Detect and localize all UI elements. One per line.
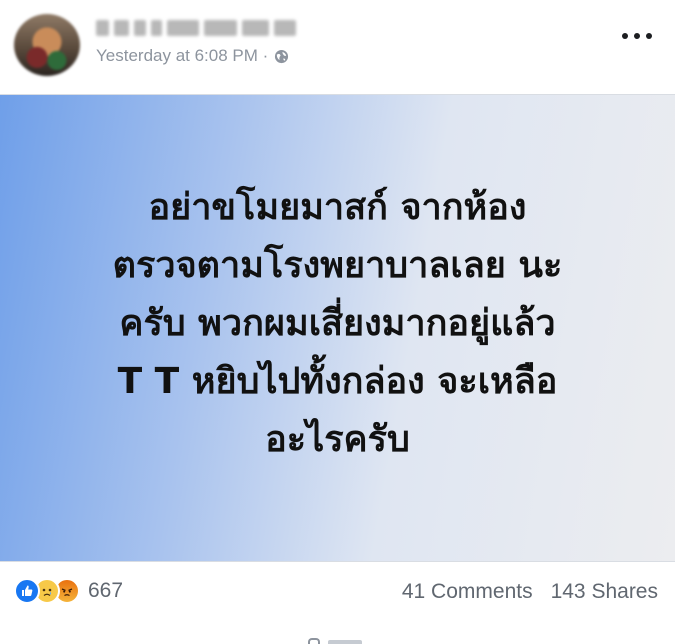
post-text-card: อย่าขโมยมาสก์ จากห้อง ตรวจตามโรงพยาบาลเล…: [0, 94, 675, 562]
reactions-summary[interactable]: 667: [14, 578, 123, 604]
comments-count[interactable]: 41 Comments: [402, 580, 533, 604]
post-timestamp[interactable]: Yesterday at 6:08 PM ·: [96, 46, 268, 66]
author-name-blurred[interactable]: [96, 20, 296, 38]
more-options-icon[interactable]: [622, 30, 652, 42]
action-bar-peek: [300, 630, 370, 644]
engagement-counts: 41 Comments 143 Shares: [402, 580, 658, 604]
post-footer: 667 41 Comments 143 Shares: [0, 572, 678, 614]
globe-icon: [275, 49, 289, 63]
post-header: Yesterday at 6:08 PM ·: [0, 0, 678, 92]
post-text: อย่าขโมยมาสก์ จากห้อง ตรวจตามโรงพยาบาลเล…: [112, 187, 563, 460]
shares-count[interactable]: 143 Shares: [551, 580, 658, 604]
author-avatar[interactable]: [14, 14, 80, 76]
like-action-icon[interactable]: [308, 638, 320, 644]
post-meta: Yesterday at 6:08 PM ·: [96, 46, 289, 66]
like-action-label[interactable]: [328, 640, 362, 644]
facebook-post: Yesterday at 6:08 PM · อย่าขโมยมาสก์ จาก…: [0, 0, 678, 644]
reaction-count[interactable]: 667: [88, 579, 123, 603]
like-icon: [14, 578, 40, 604]
